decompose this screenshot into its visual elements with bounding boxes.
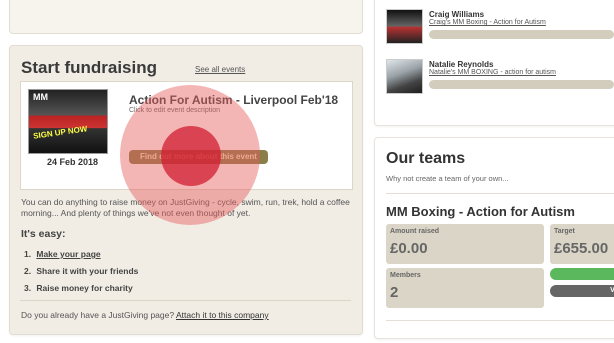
its-easy-heading: It's easy:	[21, 228, 66, 240]
view-team-button[interactable]: View	[550, 285, 614, 297]
fundraiser-row[interactable]: Craig Williams Craig's MM Boxing - Actio…	[386, 9, 614, 49]
fundraiser-avatar[interactable]	[386, 9, 423, 44]
fundraiser-page-link[interactable]: Craig's MM Boxing - Action for Autism	[429, 19, 546, 26]
step-number: 2.	[24, 266, 32, 276]
attach-page-prompt: Do you already have a JustGiving page? A…	[21, 310, 269, 320]
fundraiser-progress-bar	[429, 30, 614, 39]
previous-card	[9, 0, 363, 34]
members-label: Members	[390, 272, 421, 279]
join-team-button[interactable]: J	[550, 268, 614, 280]
amount-raised-stat: Amount raised £0.00	[386, 224, 544, 264]
fundraiser-row[interactable]: Natalie Reynolds Natalie's MM BOXING - a…	[386, 59, 614, 99]
event-poster-image[interactable]: MM SIGN UP NOW	[28, 89, 108, 154]
steps-list: 1. Make your page 2. Share it with your …	[24, 249, 138, 300]
fundraiser-name[interactable]: Craig Williams	[429, 10, 484, 19]
fundraisers-panel: Craig Williams Craig's MM Boxing - Actio…	[374, 0, 614, 126]
divider	[20, 300, 351, 301]
create-team-prompt[interactable]: Why not create a team of your own...	[386, 174, 509, 183]
divider	[386, 193, 614, 194]
make-your-page-link[interactable]: Make your page	[36, 249, 100, 259]
poster-tag: SIGN UP NOW	[32, 124, 88, 141]
event-date: 24 Feb 2018	[47, 157, 99, 167]
target-stat: Target £655.00	[550, 224, 614, 264]
our-teams-panel: Our teams Why not create a team of your …	[374, 137, 614, 339]
target-value: £655.00	[554, 240, 609, 257]
amount-raised-label: Amount raised	[390, 228, 440, 235]
attach-company-link[interactable]: Attach it to this company	[176, 310, 269, 320]
step-number: 3.	[24, 283, 32, 293]
step-item: 1. Make your page	[24, 249, 138, 266]
fundraiser-page-link[interactable]: Natalie's MM BOXING - action for autism	[429, 69, 556, 76]
members-value: 2	[390, 284, 399, 301]
members-stat: Members 2	[386, 268, 544, 308]
attach-question: Do you already have a JustGiving page?	[21, 310, 175, 320]
fundraiser-name[interactable]: Natalie Reynolds	[429, 60, 493, 69]
fundraiser-avatar[interactable]	[386, 59, 423, 94]
team-name[interactable]: MM Boxing - Action for Autism	[386, 204, 575, 219]
see-all-events-link[interactable]: See all events	[195, 65, 245, 74]
step-label: Share it with your friends	[36, 266, 139, 276]
amount-raised-value: £0.00	[390, 240, 428, 257]
start-fundraising-heading: Start fundraising	[21, 58, 158, 77]
step-label: Raise money for charity	[36, 283, 133, 293]
our-teams-heading: Our teams	[386, 150, 466, 167]
step-number: 1.	[24, 249, 32, 259]
step-item: 3. Raise money for charity	[24, 283, 138, 300]
step-item: 2. Share it with your friends	[24, 266, 138, 283]
fundraiser-progress-bar	[429, 80, 614, 89]
divider	[386, 320, 614, 321]
target-label: Target	[554, 228, 575, 235]
click-indicator-inner	[161, 126, 221, 186]
poster-title: MM	[33, 92, 48, 102]
